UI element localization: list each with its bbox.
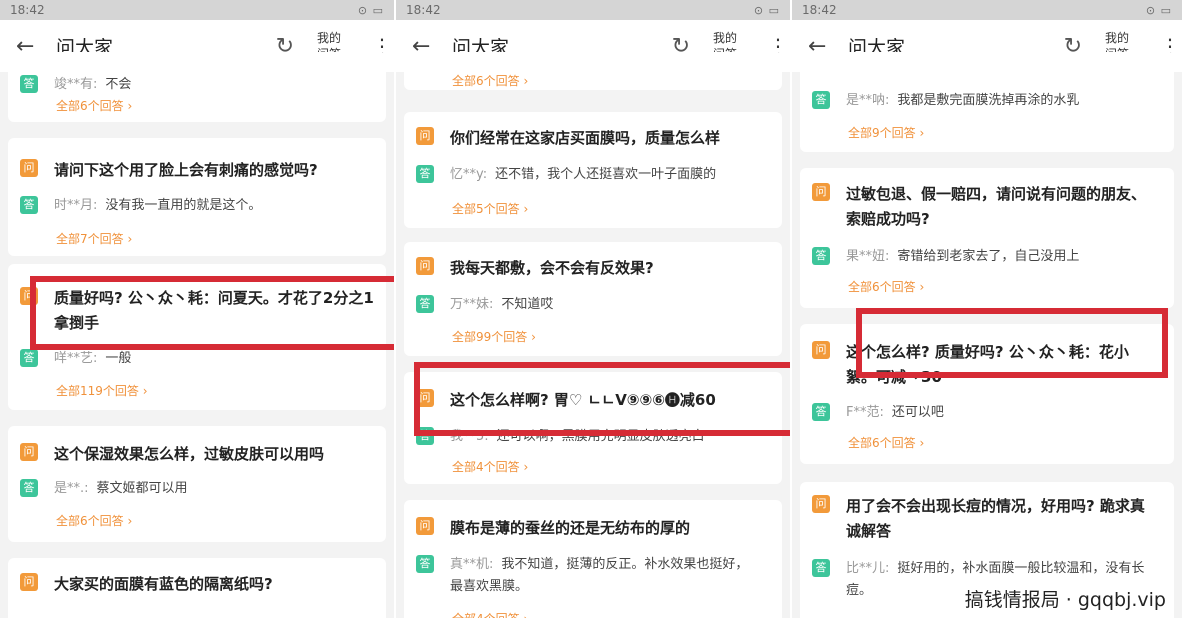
- question-card[interactable]: 问 这个保湿效果怎么样，过敏皮肤可以用吗 答 是**.: 蔡文姬都可以用 全部6个…: [8, 426, 386, 542]
- answer-user: 比**儿:: [846, 561, 890, 576]
- status-time: 18:42: [406, 3, 441, 17]
- status-bar: 18:42 ⊙ ▭: [0, 0, 394, 20]
- all-answers-link[interactable]: 全部6个回答 ›: [56, 512, 132, 529]
- battery-icon: ⊙ ▭: [753, 3, 780, 17]
- question-feed: 全部6个回答 › 问 你们经常在这家店买面膜吗，质量怎么样 答 忆**y: 还不错…: [396, 52, 790, 618]
- question-text: 我每天都敷，会不会有反效果?: [450, 259, 654, 277]
- question-text: 用了会不会出现长痘的情况，好用吗? 跪求真诚解答: [846, 497, 1145, 540]
- all-answers-link[interactable]: 全部119个回答 ›: [56, 382, 148, 399]
- answer-text: 还不错，我个人还挺喜欢一叶子面膜的: [495, 167, 717, 182]
- answer-badge-icon: 答: [812, 247, 830, 265]
- answer-badge-icon: 答: [416, 295, 434, 313]
- highlight-box: [856, 308, 1168, 378]
- question-badge-icon: 问: [812, 183, 830, 201]
- status-time: 18:42: [10, 3, 45, 17]
- question-badge-icon: 问: [20, 573, 38, 591]
- question-card[interactable]: 全部6个回答 ›: [404, 52, 782, 90]
- status-bar: 18:42 ⊙ ▭: [792, 0, 1182, 20]
- all-answers-link[interactable]: 全部4个回答 ›: [452, 610, 528, 618]
- answer-badge-icon: 答: [20, 479, 38, 497]
- question-card[interactable]: 问 你们经常在这家店买面膜吗，质量怎么样 答 忆**y: 还不错，我个人还挺喜欢一…: [404, 112, 782, 228]
- answer-user: 时**月:: [54, 198, 98, 213]
- answer-badge-icon: 答: [812, 403, 830, 421]
- all-answers-link[interactable]: 全部6个回答 ›: [848, 434, 924, 451]
- question-card[interactable]: 答 竣**有: 不会 全部6个回答 ›: [8, 52, 386, 122]
- question-text: 大家买的面膜有蓝色的隔离纸吗?: [54, 575, 273, 593]
- question-badge-icon: 问: [812, 495, 830, 513]
- watermark: 搞钱情报局 · gqqbj.vip: [964, 589, 1166, 611]
- question-text: 请问下这个用了脸上会有刺痛的感觉吗?: [54, 161, 318, 179]
- answer-badge-icon: 答: [20, 196, 38, 214]
- screenshot-collage: 18:42 ⊙ ▭ ← 问大家 ↻ 我的 问答 ⋮ 答 竣**有:不会 全部6个…: [0, 0, 1182, 618]
- question-card[interactable]: 问 大家买的面膜有蓝色的隔离纸吗?: [8, 558, 386, 618]
- question-card[interactable]: 问 请问下这个用了脸上会有刺痛的感觉吗? 答 时**月: 没有我一直用的就是这个。…: [8, 138, 386, 256]
- phone-screen-1: 18:42 ⊙ ▭ ← 问大家 ↻ 我的 问答 ⋮ 答 竣**有:不会 全部6个…: [0, 0, 394, 618]
- question-badge-icon: 问: [20, 443, 38, 461]
- answer-user: 咩**艺:: [54, 351, 98, 366]
- all-answers-link[interactable]: 全部7个回答 ›: [56, 230, 132, 247]
- all-answers-link[interactable]: 全部9个回答 ›: [848, 124, 924, 141]
- question-badge-icon: 问: [416, 517, 434, 535]
- highlight-box: [30, 276, 394, 350]
- answer-text: 蔡文姬都可以用: [96, 481, 188, 496]
- answer-badge-icon: 答: [20, 75, 38, 93]
- status-time: 18:42: [802, 3, 837, 17]
- answer-badge-icon: 答: [416, 165, 434, 183]
- question-badge-icon: 问: [20, 159, 38, 177]
- answer-user: 是**呐:: [846, 93, 890, 108]
- all-answers-link[interactable]: 全部6个回答 ›: [452, 72, 528, 89]
- answer-badge-icon: 答: [20, 349, 38, 367]
- all-answers-link[interactable]: 全部99个回答 ›: [452, 328, 536, 345]
- answer-user: 竣**有:: [54, 77, 98, 92]
- question-text: 过敏包退、假一赔四，请问说有问题的朋友、索赔成功吗?: [846, 185, 1147, 228]
- highlight-box: [414, 362, 790, 436]
- answer-text: 一般: [105, 351, 132, 366]
- answer-text: 不知道哎: [501, 297, 554, 312]
- answer-text: 我都是敷完面膜洗掉再涂的水乳: [897, 93, 1080, 108]
- phone-screen-2: 18:42 ⊙ ▭ ← 问大家 ↻ 我的 问答 ⋮ 全部6个回答 › 问 你们经…: [396, 0, 790, 618]
- answer-badge-icon: 答: [416, 555, 434, 573]
- answer-user: 果**妞:: [846, 249, 890, 264]
- answer-text: 寄错给到老家去了，自己没用上: [897, 249, 1080, 264]
- question-card[interactable]: 问 膜布是薄的蚕丝的还是无纺布的厚的 答 真**机: 我不知道，挺薄的反正。补水效…: [404, 500, 782, 618]
- answer-user: 真**机:: [450, 557, 494, 572]
- all-answers-link[interactable]: 全部4个回答 ›: [452, 458, 528, 475]
- answer-user: 是**.:: [54, 481, 89, 496]
- answer-text: 我不知道，挺薄的反正。补水效果也挺好，最喜欢黑膜。: [450, 557, 749, 594]
- all-answers-link[interactable]: 全部6个回答 ›: [56, 97, 132, 114]
- question-text: 这个保湿效果怎么样，过敏皮肤可以用吗: [54, 445, 325, 463]
- all-answers-link[interactable]: 全部6个回答 ›: [848, 278, 924, 295]
- question-badge-icon: 问: [812, 341, 830, 359]
- question-card[interactable]: 答 是**呐: 我都是敷完面膜洗掉再涂的水乳 全部9个回答 ›: [800, 52, 1174, 152]
- answer-text: 还可以吧: [891, 405, 944, 420]
- all-answers-link[interactable]: 全部5个回答 ›: [452, 200, 528, 217]
- answer-user: 忆**y:: [450, 167, 488, 182]
- answer-text: 没有我一直用的就是这个。: [105, 198, 262, 213]
- question-card[interactable]: 问 过敏包退、假一赔四，请问说有问题的朋友、索赔成功吗? 答 果**妞: 寄错给到…: [800, 168, 1174, 308]
- answer-user: F**范:: [846, 405, 884, 420]
- battery-icon: ⊙ ▭: [357, 3, 384, 17]
- question-card[interactable]: 问 我每天都敷，会不会有反效果? 答 万**妹: 不知道哎 全部99个回答 ›: [404, 242, 782, 356]
- answer-badge-icon: 答: [812, 91, 830, 109]
- answer-text: 不会: [105, 77, 132, 92]
- question-badge-icon: 问: [416, 257, 434, 275]
- question-badge-icon: 问: [416, 127, 434, 145]
- phone-screen-3: 18:42 ⊙ ▭ ← 问大家 ↻ 我的 问答 ⋮ 答 是**呐:我都是敷完面膜…: [792, 0, 1182, 618]
- status-bar: 18:42 ⊙ ▭: [396, 0, 790, 20]
- answer-user: 万**妹:: [450, 297, 494, 312]
- answer-badge-icon: 答: [812, 559, 830, 577]
- question-text: 膜布是薄的蚕丝的还是无纺布的厚的: [450, 519, 691, 537]
- battery-icon: ⊙ ▭: [1145, 3, 1172, 17]
- question-text: 你们经常在这家店买面膜吗，质量怎么样: [450, 129, 721, 147]
